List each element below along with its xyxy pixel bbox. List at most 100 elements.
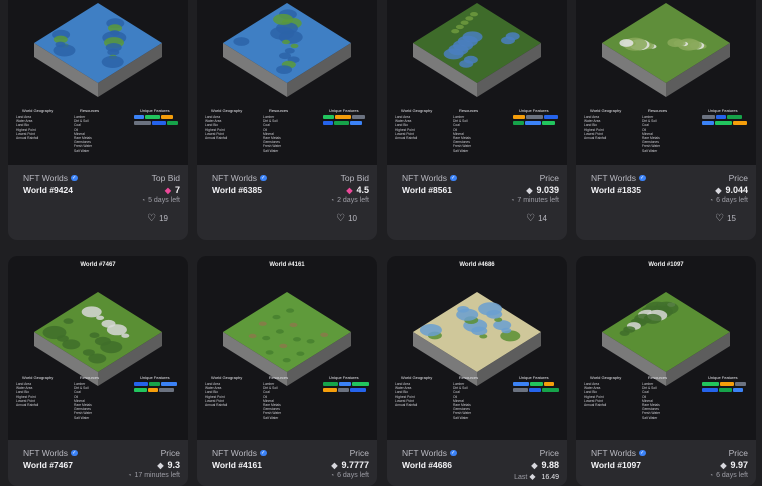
nft-card[interactable]: World #7467 World Geography Resources Uniqu… bbox=[8, 256, 188, 486]
eth-icon: ◆ bbox=[157, 460, 164, 470]
collection-label: NFT Worlds bbox=[591, 448, 637, 458]
feature-tag bbox=[134, 388, 147, 392]
price-label: Top Bid bbox=[340, 173, 369, 183]
world-stats-panel: World Geography Resources Unique Features L… bbox=[395, 108, 559, 153]
time-left-text: 6 days left bbox=[716, 472, 748, 479]
resources-list: Lumber Dirt & Soil Coal Oil Mineral Rare Meta… bbox=[74, 382, 92, 420]
world-title: World #4161 bbox=[269, 262, 305, 268]
nft-card[interactable]: World #4686 World Geography Resources Uniqu… bbox=[387, 256, 567, 486]
world-stats-panel: World Geography Resources Unique Features L… bbox=[584, 375, 748, 420]
world-title: World #7467 bbox=[80, 262, 116, 268]
geography-stat: Annual Rainfall bbox=[395, 135, 418, 140]
eth-icon: ◆ bbox=[531, 460, 538, 470]
verified-badge-icon: ✓ bbox=[260, 174, 267, 182]
eth-icon: ◆ bbox=[715, 185, 722, 195]
nft-card[interactable]: World #1097 World Geography Resources Uniqu… bbox=[576, 256, 756, 486]
features-header: Unique Features bbox=[140, 108, 170, 113]
nft-card[interactable]: World #4161 World Geography Resources Uniqu… bbox=[197, 256, 377, 486]
nft-card[interactable]: World Geography Resources Unique Features L… bbox=[197, 0, 377, 240]
collection-name[interactable]: NFT Worlds ✓ bbox=[402, 448, 457, 458]
feature-tags bbox=[134, 382, 182, 394]
price-amount: 4.5 bbox=[356, 185, 369, 195]
feature-tag bbox=[702, 115, 715, 119]
feature-tag bbox=[702, 121, 714, 125]
feature-tag bbox=[134, 115, 144, 119]
geography-stat: Annual Rainfall bbox=[584, 402, 607, 407]
clock-icon: ◔ bbox=[709, 197, 714, 204]
world-name[interactable]: World #1835 bbox=[591, 185, 641, 195]
price-label: Price bbox=[539, 173, 559, 183]
world-name[interactable]: World #6385 bbox=[212, 185, 262, 195]
geography-list: Land Area Water Area Land Bio Highest Point… bbox=[395, 382, 417, 407]
resource-stat: Salt Water bbox=[74, 148, 90, 153]
eth-icon: ◆ bbox=[529, 472, 536, 481]
eth-icon: ◆ bbox=[331, 460, 338, 470]
feature-tags bbox=[323, 382, 371, 394]
last-sale-value: 16.49 bbox=[541, 474, 559, 481]
time-left: ◔ 7 minutes left bbox=[511, 197, 559, 204]
collection-name[interactable]: NFT Worlds ✓ bbox=[591, 173, 646, 183]
clock-icon: ◔ bbox=[709, 472, 714, 479]
world-stats-panel: World Geography Resources Unique Features L… bbox=[16, 108, 180, 153]
resource-stat: Fresh Water bbox=[642, 411, 661, 416]
nft-card[interactable]: World Geography Resources Unique Features L… bbox=[576, 0, 756, 240]
geography-list: Land Area Water Area Land Bio Highest Point… bbox=[584, 382, 606, 407]
heart-icon: ♡ bbox=[526, 213, 536, 224]
world-preview-image: World #4686 World Geography Resources Uniqu… bbox=[387, 256, 567, 440]
nft-grid: World Geography Resources Unique Features L… bbox=[0, 0, 762, 486]
feature-tag bbox=[719, 388, 732, 392]
world-name[interactable]: World #8561 bbox=[402, 185, 452, 195]
world-stats-panel: World Geography Resources Unique Features L… bbox=[205, 108, 369, 153]
favorite-button[interactable]: ♡ 15 bbox=[715, 213, 736, 224]
features-header: Unique Features bbox=[519, 108, 549, 113]
collection-name[interactable]: NFT Worlds ✓ bbox=[591, 448, 646, 458]
world-name[interactable]: World #4686 bbox=[402, 460, 452, 470]
world-name[interactable]: World #1097 bbox=[591, 460, 641, 470]
heart-icon: ♡ bbox=[147, 213, 157, 224]
geography-header: World Geography bbox=[211, 375, 243, 380]
nft-card[interactable]: World Geography Resources Unique Features L… bbox=[8, 0, 188, 240]
feature-tag bbox=[542, 121, 555, 125]
feature-tags bbox=[702, 115, 750, 127]
feature-tag bbox=[323, 121, 333, 125]
resource-stat: Salt Water bbox=[263, 148, 279, 153]
geography-list: Land Area Water Area Land Bio Highest Point… bbox=[584, 115, 606, 140]
world-name[interactable]: World #7467 bbox=[23, 460, 73, 470]
heart-icon: ♡ bbox=[336, 213, 346, 224]
collection-name[interactable]: NFT Worlds ✓ bbox=[212, 448, 267, 458]
feature-tag bbox=[702, 382, 719, 386]
feature-tag bbox=[323, 115, 334, 119]
nft-card[interactable]: World Geography Resources Unique Features L… bbox=[387, 0, 567, 240]
feature-tag bbox=[323, 388, 337, 392]
geography-stat: Annual Rainfall bbox=[205, 402, 228, 407]
resource-stat: Fresh Water bbox=[263, 144, 282, 149]
favorite-button[interactable]: ♡ 14 bbox=[526, 213, 547, 224]
world-name[interactable]: World #9424 bbox=[23, 185, 73, 195]
world-preview-image: World Geography Resources Unique Features L… bbox=[8, 0, 188, 165]
world-name[interactable]: World #4161 bbox=[212, 460, 262, 470]
feature-tag bbox=[167, 121, 178, 125]
collection-label: NFT Worlds bbox=[212, 448, 258, 458]
geography-header: World Geography bbox=[22, 108, 54, 113]
feature-tag bbox=[338, 388, 349, 392]
resources-list: Lumber Dirt & Soil Coal Oil Mineral Rare Meta… bbox=[263, 115, 281, 153]
favorite-button[interactable]: ♡ 10 bbox=[336, 213, 357, 224]
world-stats-panel: World Geography Resources Unique Features L… bbox=[584, 108, 748, 153]
collection-name[interactable]: NFT Worlds ✓ bbox=[212, 173, 267, 183]
resources-header: Resources bbox=[648, 375, 668, 380]
favorite-count: 15 bbox=[727, 214, 736, 223]
feature-tag bbox=[529, 388, 541, 392]
collection-name[interactable]: NFT Worlds ✓ bbox=[402, 173, 457, 183]
time-left-text: 6 days left bbox=[337, 472, 369, 479]
verified-badge-icon: ✓ bbox=[639, 449, 646, 457]
feature-tag bbox=[352, 382, 369, 386]
feature-tag bbox=[513, 115, 525, 119]
favorite-button[interactable]: ♡ 19 bbox=[147, 213, 168, 224]
collection-name[interactable]: NFT Worlds ✓ bbox=[23, 173, 78, 183]
feature-tag bbox=[159, 388, 174, 392]
price-label: Price bbox=[728, 173, 748, 183]
resources-header: Resources bbox=[459, 375, 479, 380]
geography-stat: Annual Rainfall bbox=[16, 402, 39, 407]
world-preview-image: World #1097 World Geography Resources Uniqu… bbox=[576, 256, 756, 440]
collection-name[interactable]: NFT Worlds ✓ bbox=[23, 448, 78, 458]
